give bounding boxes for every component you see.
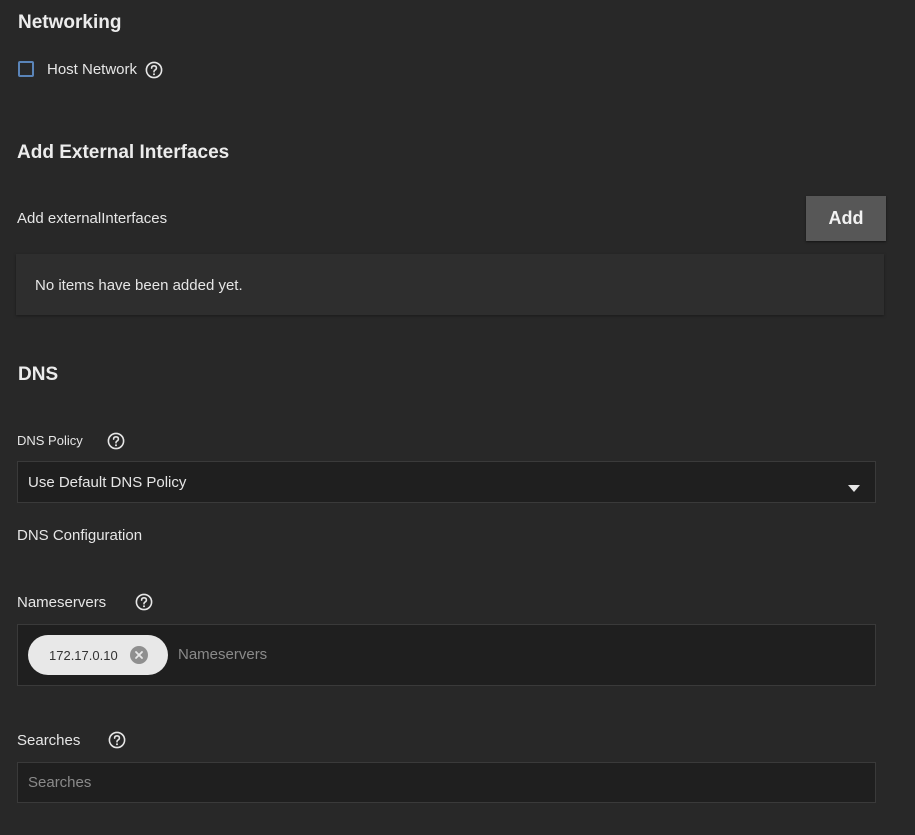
searches-input-field[interactable]: Searches — [17, 762, 876, 803]
add-external-interface-button[interactable]: Add — [806, 196, 886, 241]
external-interfaces-empty-list: No items have been added yet. — [16, 254, 884, 315]
dns-configuration-label: DNS Configuration — [17, 527, 143, 544]
nameservers-placeholder[interactable]: Nameservers — [178, 646, 267, 663]
searches-label: Searches — [17, 732, 81, 749]
dns-policy-selected-value: Use Default DNS Policy — [28, 474, 187, 491]
nameservers-label: Nameservers — [17, 594, 107, 611]
chevron-down-icon — [848, 479, 860, 497]
nameserver-chip[interactable]: 172.17.0.10 — [28, 635, 168, 675]
external-interfaces-section-title: Add External Interfaces — [17, 142, 230, 163]
dns-policy-select[interactable]: Use Default DNS Policy — [17, 461, 876, 503]
dns-policy-label: DNS Policy — [17, 433, 83, 448]
dns-policy-help-icon[interactable] — [107, 432, 125, 450]
host-network-label[interactable]: Host Network — [47, 61, 137, 78]
searches-help-icon[interactable] — [108, 731, 126, 749]
nameservers-help-icon[interactable] — [135, 593, 153, 611]
dns-section-title: DNS — [18, 364, 59, 385]
networking-section-title: Networking — [18, 12, 122, 33]
remove-chip-icon[interactable] — [129, 646, 148, 664]
empty-list-message: No items have been added yet. — [35, 277, 243, 294]
host-network-checkbox[interactable] — [18, 61, 34, 77]
searches-placeholder[interactable]: Searches — [28, 774, 91, 791]
nameserver-chip-label: 172.17.0.10 — [49, 647, 118, 663]
host-network-help-icon[interactable] — [145, 61, 163, 79]
external-interfaces-list-label: Add externalInterfaces — [17, 210, 168, 227]
nameservers-input-field[interactable]: 172.17.0.10 Nameservers — [17, 624, 876, 686]
